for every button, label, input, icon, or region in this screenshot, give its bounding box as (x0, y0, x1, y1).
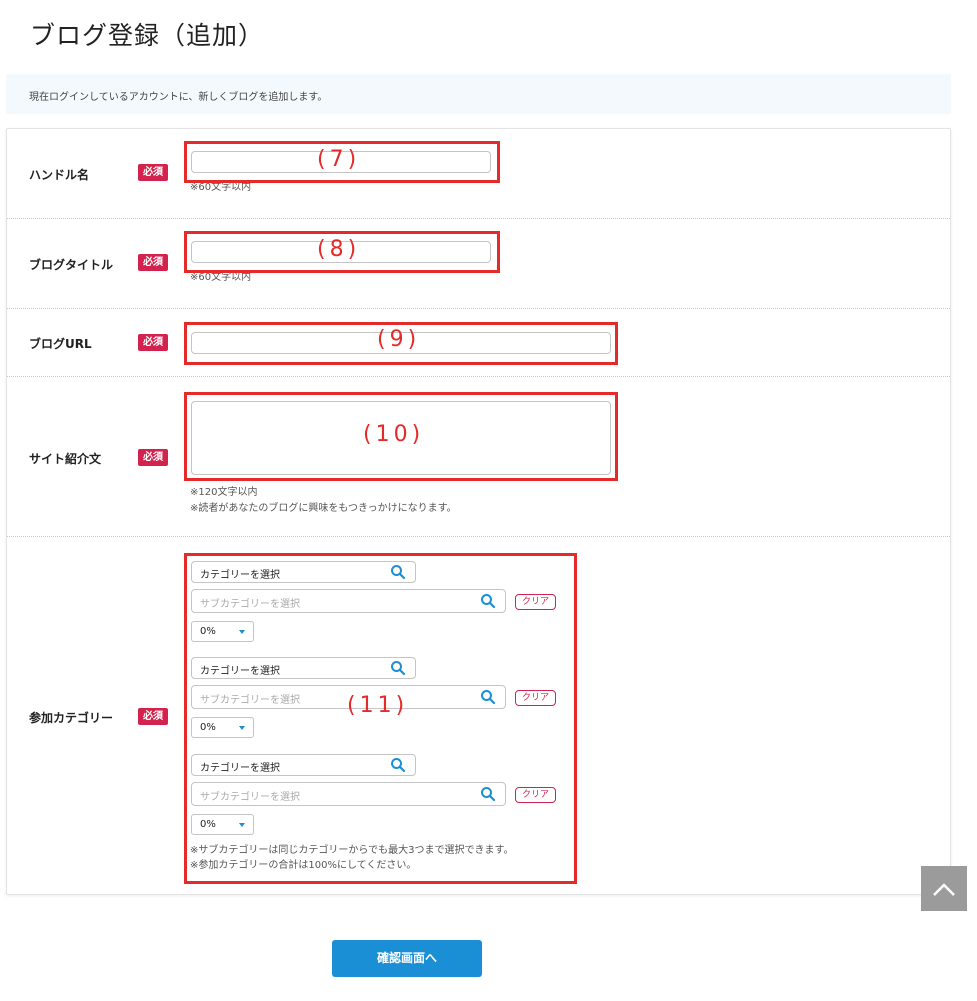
chevron-up-icon (933, 883, 955, 896)
categories-row: 参加カテゴリー 必須 カテゴリーを選択 サブカテゴリーを選択 クリア 0% カテ… (7, 537, 950, 894)
site-intro-label: サイト紹介文 (29, 452, 102, 466)
blog-url-label: ブログURL (29, 337, 92, 351)
annotation-label-7: (7) (317, 147, 361, 172)
site-intro-hint-purpose: ※読者があなたのブログに興味をもつきっかけになります。 (190, 503, 457, 514)
handle-row: ハンドル名 必須 ※60文字以内 (7) (7, 129, 950, 219)
confirm-button[interactable]: 確認画面へ (332, 940, 482, 977)
handle-label: ハンドル名 (29, 168, 90, 182)
annotation-label-9: (9) (377, 327, 421, 352)
blog-registration-form: ハンドル名 必須 ※60文字以内 (7) ブログタイトル 必須 ※60文字以内 … (6, 128, 951, 895)
required-badge: 必須 (138, 708, 168, 725)
categories-label: 参加カテゴリー (29, 711, 114, 725)
blog-url-row: ブログURL 必須 (9) (7, 309, 950, 377)
required-badge: 必須 (138, 334, 168, 351)
intro-text: 現在ログインしているアカウントに、新しくブログを追加します。 (29, 92, 328, 103)
required-badge: 必須 (138, 164, 168, 181)
required-badge: 必須 (138, 449, 168, 466)
annotation-label-11: (11) (347, 693, 409, 718)
site-intro-row: サイト紹介文 必須 ※120文字以内 ※読者があなたのブログに興味をもつきっかけ… (7, 377, 950, 537)
intro-banner: 現在ログインしているアカウントに、新しくブログを追加します。 (6, 74, 951, 114)
site-intro-hint-length: ※120文字以内 (190, 487, 258, 498)
scroll-to-top-button[interactable] (921, 866, 967, 911)
annotation-label-8: (8) (317, 237, 361, 262)
page-title: ブログ登録（追加） (30, 21, 265, 50)
blog-title-label: ブログタイトル (29, 258, 114, 272)
annotation-box-11 (184, 553, 577, 884)
blog-title-row: ブログタイトル 必須 ※60文字以内 (8) (7, 219, 950, 309)
required-badge: 必須 (138, 254, 168, 271)
annotation-label-10: (10) (363, 422, 425, 447)
